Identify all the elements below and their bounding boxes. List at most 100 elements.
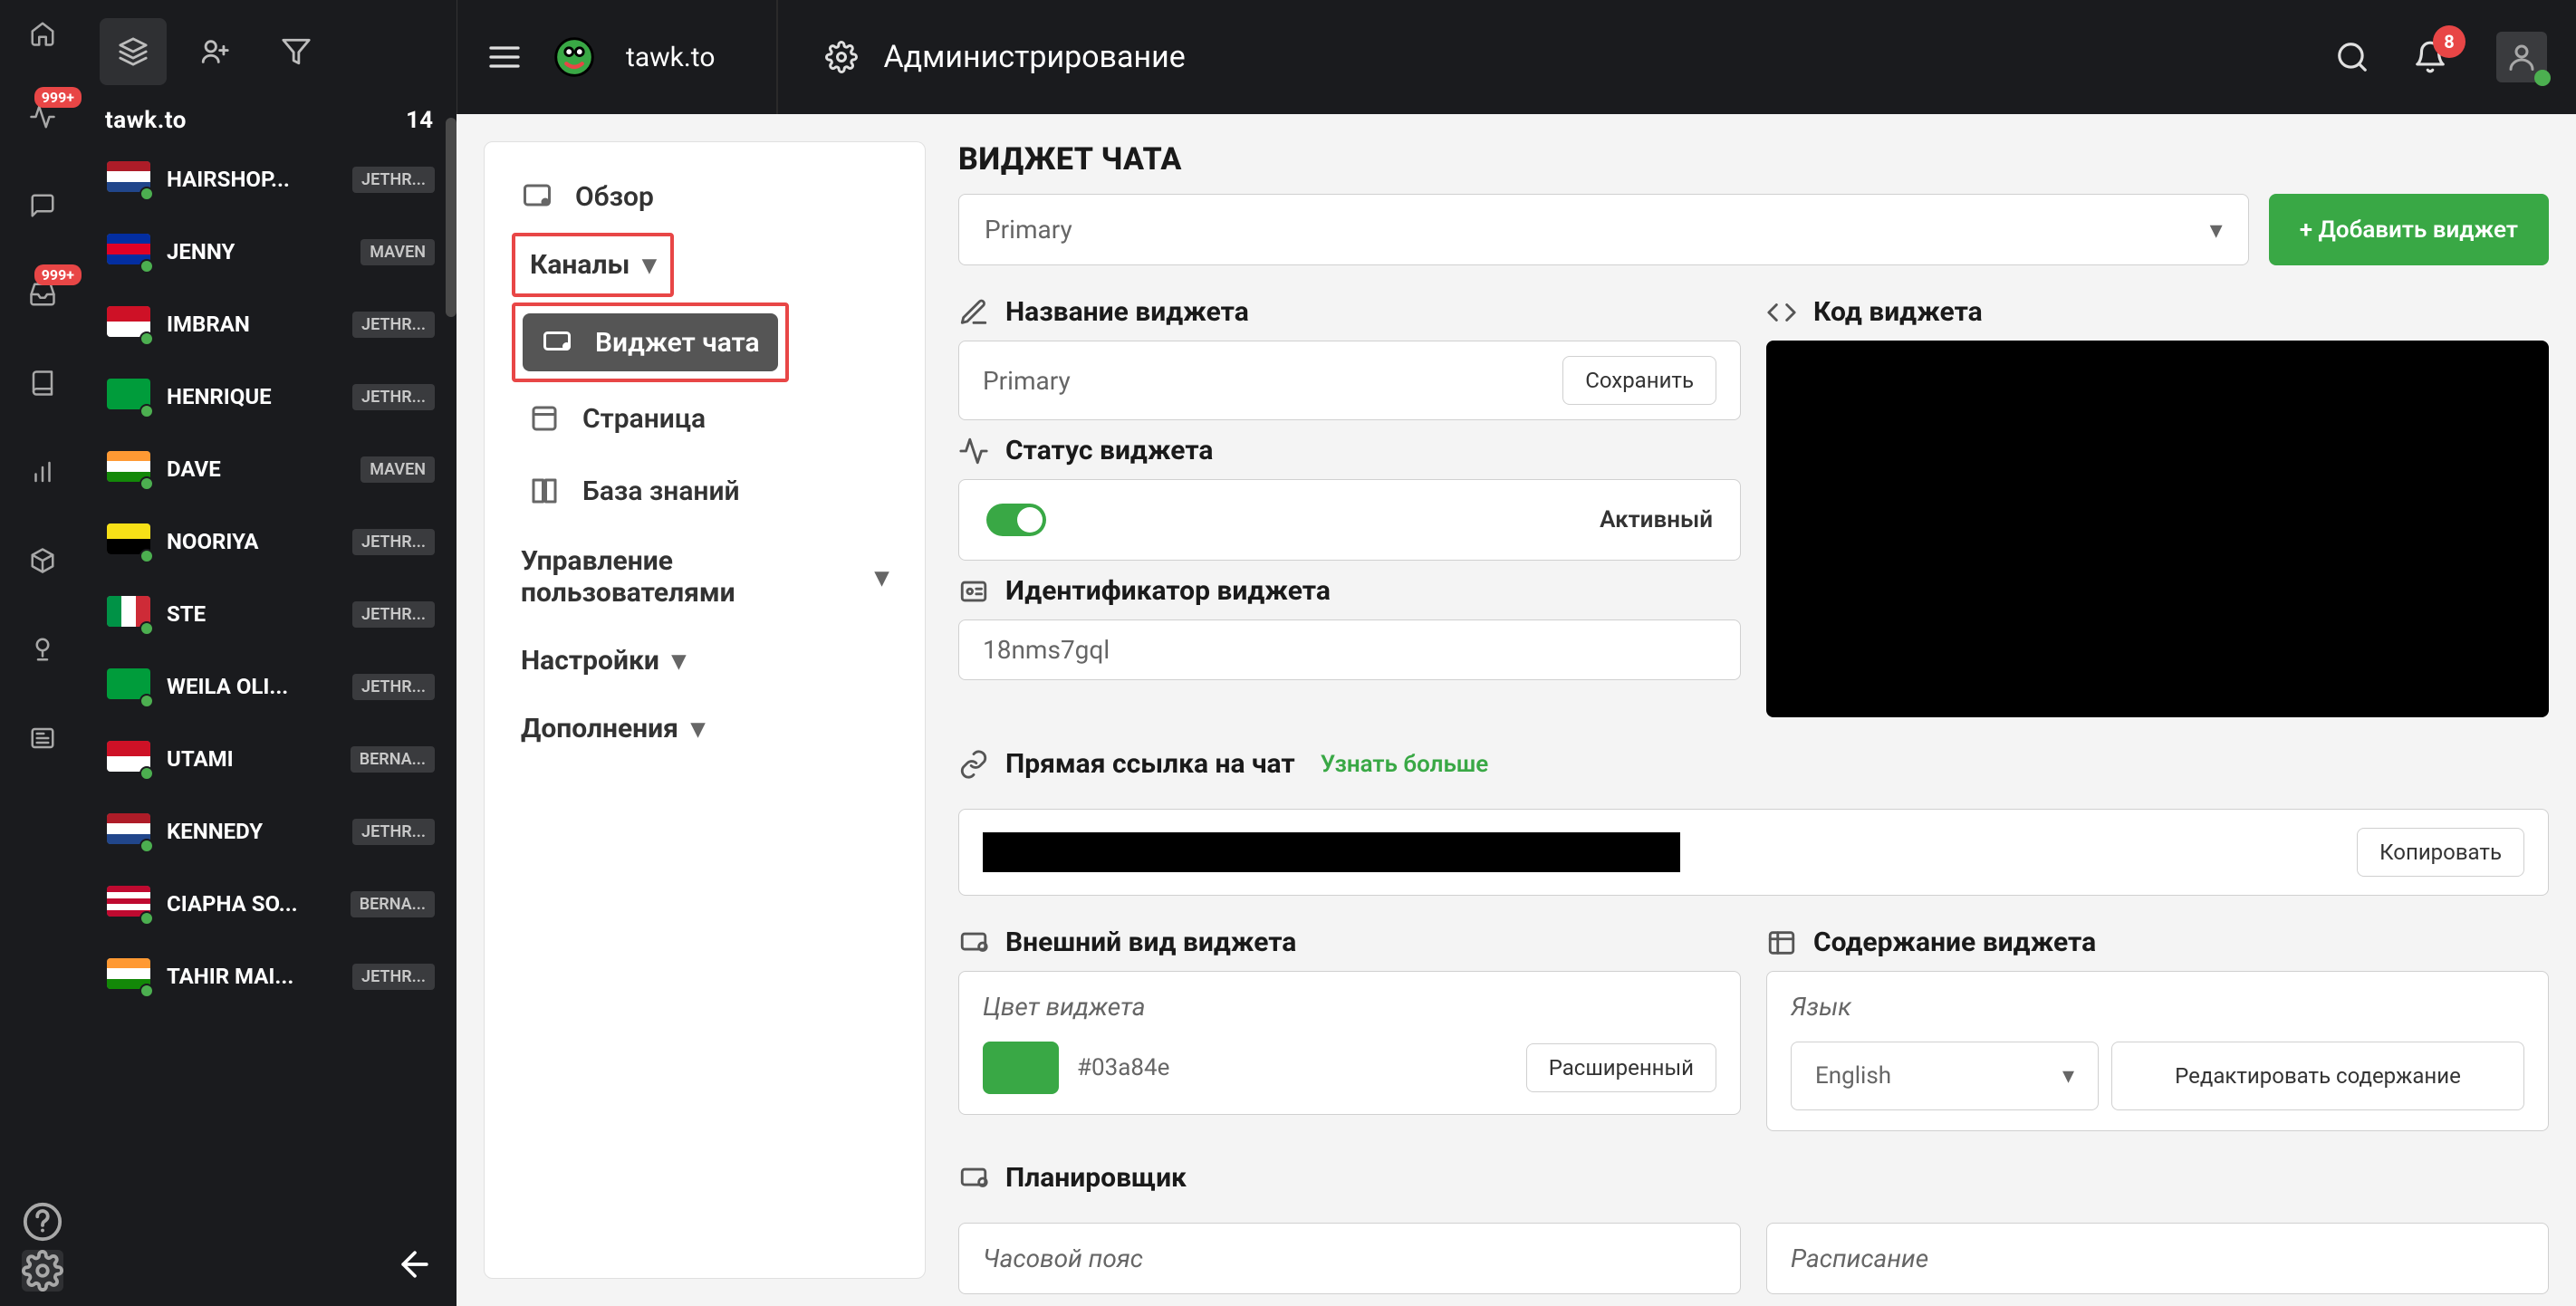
gear-icon[interactable] bbox=[825, 41, 858, 73]
direct-link-row: Копировать bbox=[958, 809, 2549, 896]
widget-id-field bbox=[958, 619, 1741, 680]
back-arrow-icon[interactable] bbox=[386, 1235, 444, 1293]
activity-icon[interactable]: 999+ bbox=[22, 96, 63, 138]
chat-row[interactable]: DAVEMAVEN bbox=[94, 433, 447, 505]
appearance-header: Внешний вид виджета bbox=[958, 927, 1741, 958]
status-toggle[interactable] bbox=[986, 504, 1046, 536]
inbox-badge: 999+ bbox=[34, 264, 82, 285]
chat-row[interactable]: WEILA OLI...JETHR... bbox=[94, 650, 447, 723]
flag-wrap bbox=[107, 596, 150, 632]
nav-strip: 999+ 999+ bbox=[0, 0, 85, 1306]
menu-chat-widget[interactable]: Виджет чата bbox=[523, 313, 778, 371]
chat-tag: JETHR... bbox=[352, 601, 435, 628]
highlight-chat-widget: Виджет чата bbox=[512, 302, 789, 382]
appearance-label: Внешний вид виджета bbox=[1005, 927, 1296, 958]
direct-link-label: Прямая ссылка на чат bbox=[1005, 748, 1295, 780]
chat-row[interactable]: CIAPHA SO...BERNA... bbox=[94, 868, 447, 940]
news-icon[interactable] bbox=[22, 717, 63, 759]
avatar[interactable] bbox=[2496, 32, 2547, 82]
help-icon[interactable] bbox=[22, 1201, 63, 1243]
chat-name: HAIRSHOP... bbox=[167, 167, 336, 192]
widget-id-header: Идентификатор виджета bbox=[958, 575, 1741, 607]
highlight-channels: Каналы ▾ bbox=[512, 233, 674, 297]
logo-icon bbox=[548, 31, 601, 83]
activity-badge: 999+ bbox=[34, 87, 82, 108]
save-button[interactable]: Сохранить bbox=[1562, 356, 1716, 405]
chat-row[interactable]: JENNYMAVEN bbox=[94, 216, 447, 288]
bars-icon[interactable] bbox=[22, 451, 63, 493]
edit-content-button[interactable]: Редактировать содержание bbox=[2111, 1042, 2524, 1110]
menu-channels[interactable]: Каналы ▾ bbox=[523, 240, 663, 290]
menu-addons[interactable]: Дополнения ▾ bbox=[512, 695, 898, 763]
chat-list[interactable]: HAIRSHOP...JETHR...JENNYMAVENIMBRANJETHR… bbox=[85, 143, 457, 1306]
language-label: Язык bbox=[1791, 992, 2524, 1022]
trophy-icon[interactable] bbox=[22, 629, 63, 670]
status-dot bbox=[139, 404, 154, 418]
chat-tag: JETHR... bbox=[352, 964, 435, 990]
chat-tag: BERNA... bbox=[351, 746, 435, 773]
flag-wrap bbox=[107, 741, 150, 777]
flag-wrap bbox=[107, 523, 150, 560]
status-dot bbox=[139, 984, 154, 998]
package-icon[interactable] bbox=[22, 540, 63, 581]
learn-more-link[interactable]: Узнать больше bbox=[1321, 751, 1489, 778]
widget-status-header: Статус виджета bbox=[958, 435, 1741, 466]
widget-content-label: Содержание виджета bbox=[1813, 927, 2096, 958]
advanced-button[interactable]: Расширенный bbox=[1526, 1043, 1716, 1092]
layers-button[interactable] bbox=[100, 18, 167, 85]
book-icon[interactable] bbox=[22, 362, 63, 404]
chevron-down-icon: ▾ bbox=[2062, 1062, 2074, 1090]
inbox-icon[interactable]: 999+ bbox=[22, 274, 63, 315]
chat-panel-toolbar bbox=[85, 0, 457, 107]
search-icon[interactable] bbox=[2326, 31, 2379, 83]
chevron-down-icon: ▾ bbox=[2210, 215, 2223, 245]
chat-name: CIAPHA SO... bbox=[167, 891, 334, 917]
chat-name: STE bbox=[167, 601, 336, 627]
menu-channels-label: Каналы bbox=[530, 249, 630, 281]
flag-wrap bbox=[107, 161, 150, 197]
menu-kb[interactable]: База знаний bbox=[519, 455, 898, 527]
widget-select-value: Primary bbox=[985, 215, 1072, 245]
chat-row[interactable]: TAHIR MAI... JETHR... bbox=[94, 940, 447, 1013]
hamburger-icon[interactable] bbox=[486, 39, 523, 75]
chevron-down-icon: ▾ bbox=[672, 645, 686, 677]
widget-content-header: Содержание виджета bbox=[1766, 927, 2549, 958]
avatar-status-dot bbox=[2534, 70, 2551, 86]
menu-users[interactable]: Управление пользователями ▾ bbox=[512, 527, 898, 627]
menu-settings[interactable]: Настройки ▾ bbox=[512, 627, 898, 695]
scrollbar-thumb[interactable] bbox=[446, 118, 457, 317]
chat-row[interactable]: HENRIQUEJETHR... bbox=[94, 360, 447, 433]
language-select[interactable]: English ▾ bbox=[1791, 1042, 2099, 1110]
widget-code-box[interactable] bbox=[1766, 341, 2549, 717]
chat-name: WEILA OLI... bbox=[167, 674, 336, 699]
chat-tag: JETHR... bbox=[352, 819, 435, 845]
direct-link-header: Прямая ссылка на чат Узнать больше bbox=[958, 748, 2549, 780]
menu-page[interactable]: Страница bbox=[519, 382, 898, 455]
chat-row[interactable]: STE JETHR... bbox=[94, 578, 447, 650]
chat-row[interactable]: NOORIYAJETHR... bbox=[94, 505, 447, 578]
menu-overview[interactable]: Обзор bbox=[512, 160, 898, 233]
admin-sidebar: Обзор Каналы ▾ Виджет чата Стран bbox=[484, 141, 926, 1279]
chat-icon[interactable] bbox=[22, 185, 63, 226]
home-icon[interactable] bbox=[22, 13, 63, 54]
brand-label: tawk.to bbox=[626, 42, 715, 73]
chat-row[interactable]: UTAMIBERNA... bbox=[94, 723, 447, 795]
chat-row[interactable]: KENNEDYJETHR... bbox=[94, 795, 447, 868]
schedule-row[interactable]: Расписание bbox=[1766, 1223, 2549, 1294]
chat-name: NOORIYA bbox=[167, 529, 336, 554]
timezone-row[interactable]: Часовой пояс bbox=[958, 1223, 1741, 1294]
widget-name-field: Сохранить bbox=[958, 341, 1741, 420]
widget-select[interactable]: Primary ▾ bbox=[958, 194, 2249, 265]
color-swatch[interactable] bbox=[983, 1042, 1059, 1094]
users-button[interactable] bbox=[181, 18, 248, 85]
chat-row[interactable]: HAIRSHOP...JETHR... bbox=[94, 143, 447, 216]
chat-name: TAHIR MAI... bbox=[167, 964, 336, 989]
widget-name-input[interactable] bbox=[983, 366, 1550, 396]
bell-icon[interactable]: 8 bbox=[2404, 31, 2456, 83]
filter-button[interactable] bbox=[263, 18, 330, 85]
copy-button[interactable]: Копировать bbox=[2357, 828, 2524, 877]
settings-icon[interactable] bbox=[22, 1250, 63, 1292]
timezone-label: Часовой пояс bbox=[983, 1244, 1143, 1273]
chat-row[interactable]: IMBRANJETHR... bbox=[94, 288, 447, 360]
add-widget-button[interactable]: + Добавить виджет bbox=[2269, 194, 2549, 265]
